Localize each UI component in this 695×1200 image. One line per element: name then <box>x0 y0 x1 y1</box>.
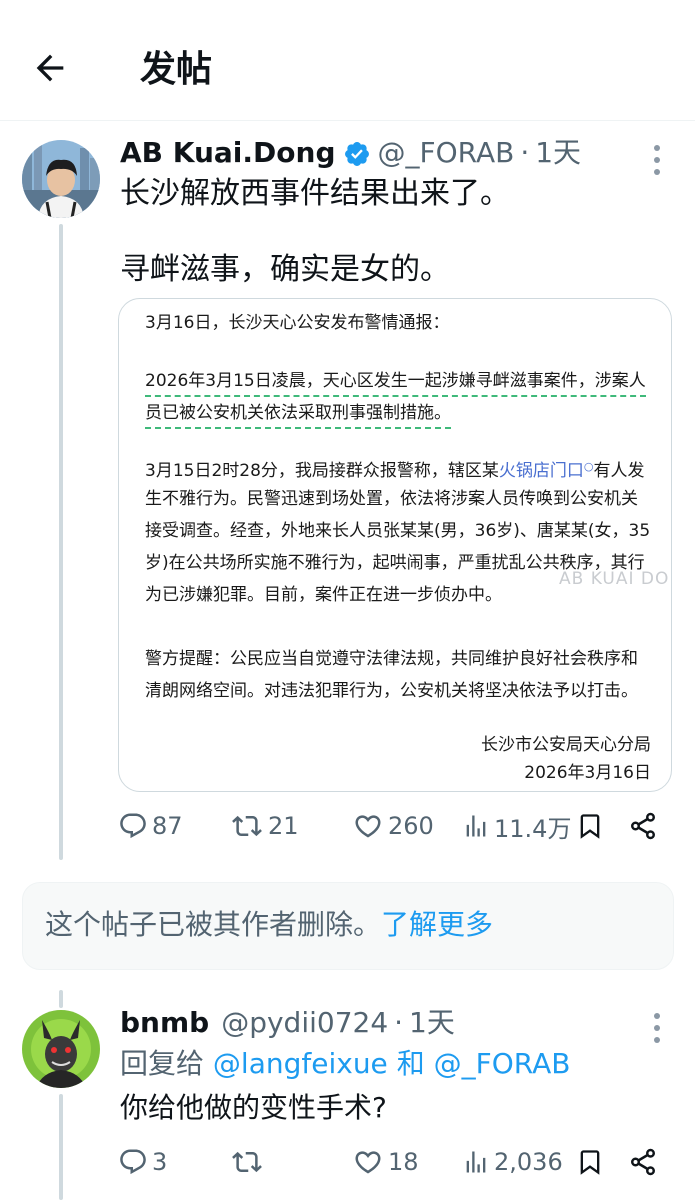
share-icon <box>631 812 655 840</box>
separator-dot: · <box>520 136 530 169</box>
deleted-post-notice: 这个帖子已被其作者删除。了解更多 <box>22 882 674 970</box>
reply-share-button[interactable] <box>628 1142 658 1182</box>
share-icon <box>631 1148 655 1176</box>
reply-reply-button[interactable]: 3 <box>118 1142 167 1182</box>
reply-author-name[interactable]: bnmb <box>120 1006 209 1039</box>
reply-like-button[interactable]: 18 <box>352 1142 419 1182</box>
top-bar: 发帖 <box>0 0 695 121</box>
reply-bookmark-button[interactable] <box>576 1142 604 1182</box>
deleted-notice-text: 这个帖子已被其作者删除。 <box>45 908 382 941</box>
heart-icon <box>355 815 381 838</box>
thread-line-bottom <box>59 1094 63 1200</box>
reply-time[interactable]: 1天 <box>409 1006 455 1039</box>
reply-author-handle[interactable]: @pydii0724 <box>221 1006 388 1039</box>
author-name[interactable]: AB Kuai.Dong <box>120 136 335 169</box>
image-watermark: AB KUAI DONG <box>559 569 671 589</box>
attached-image[interactable]: 3月16日，长沙天心公安发布警情通报： 2026年3月15日凌晨，天心区发生一起… <box>118 298 672 792</box>
post-time[interactable]: 1天 <box>535 136 581 169</box>
like-button[interactable]: 260 <box>352 806 434 846</box>
learn-more-link[interactable]: 了解更多 <box>381 908 493 941</box>
post-action-bar: 87 21 260 11.4万 <box>118 806 678 846</box>
mention-conjunction: 和 <box>396 1047 425 1080</box>
reply-views-count: 2,036 <box>494 1148 563 1176</box>
card-para1-line1: 2026年3月15日凌晨，天心区发生一起涉嫌寻衅滋事案件，涉案人 <box>145 371 646 397</box>
reply-reply-count: 3 <box>152 1148 168 1176</box>
reply-separator-dot: · <box>394 1006 404 1039</box>
reply-text: 你给他做的变性手术? <box>120 1091 387 1124</box>
page-title: 发帖 <box>140 49 213 90</box>
more-vertical-icon <box>654 145 660 175</box>
bookmark-icon <box>580 1150 600 1175</box>
reply-views-button[interactable]: 2,036 <box>462 1142 563 1182</box>
views-bar-chart-icon <box>466 1151 486 1173</box>
card-link: 火锅店门口 <box>498 461 584 481</box>
card-date: 2026年3月16日 <box>524 763 651 783</box>
like-count: 260 <box>388 812 434 840</box>
repost-button[interactable]: 21 <box>230 806 299 846</box>
thread-line-top <box>59 990 63 1008</box>
reply-action-bar: 3 18 2,036 <box>118 1142 678 1182</box>
reply-icon <box>120 1149 146 1175</box>
card-signature: 长沙市公安局天心分局 <box>481 735 651 755</box>
card-para3-line1: 警方提醒：公民应当自觉遵守法律法规，共同维护良好社会秩序和 <box>145 649 638 669</box>
card-para1-line2: 员已被公安机关依法采取刑事强制措施。 <box>145 403 451 429</box>
share-button[interactable] <box>628 806 658 846</box>
card-para2-line2: 生不雅行为。民警迅速到场处置，依法将涉案人员传唤到公安机关 <box>145 489 638 509</box>
card-heading: 3月16日，长沙天心公安发布警情通报： <box>145 313 450 333</box>
bookmark-button[interactable] <box>576 806 604 846</box>
bookmark-icon <box>580 814 600 839</box>
card-para2-line1: 3月15日2时28分，我局接群众报警称，辖区某火锅店门口○有人发 <box>145 460 645 481</box>
reply-button[interactable]: 87 <box>118 806 183 846</box>
views-count: 11.4万 <box>494 814 572 843</box>
reply-count: 87 <box>152 812 183 840</box>
back-button[interactable] <box>30 48 78 92</box>
heart-icon <box>355 1151 381 1174</box>
repost-icon <box>232 1151 262 1173</box>
mention-langfeixue[interactable]: @langfeixue <box>213 1047 388 1080</box>
card-para3-line2: 清朗网络空间。对违法犯罪行为，公安机关将坚决依法予以打击。 <box>145 681 638 701</box>
post-text-line-2: 寻衅滋事，确实是女的。 <box>120 252 450 287</box>
views-bar-chart-icon <box>466 815 486 837</box>
reply-icon <box>120 813 146 839</box>
repost-icon <box>232 815 262 837</box>
card-para2-line5: 为已涉嫌犯罪。目前，案件正在进一步侦办中。 <box>145 585 502 605</box>
reply-repost-button[interactable] <box>230 1142 268 1182</box>
author-handle[interactable]: @_FORAB <box>377 136 514 169</box>
avatar-bnmb[interactable] <box>22 1010 100 1088</box>
more-options-button[interactable] <box>645 140 669 180</box>
mention-forab[interactable]: @_FORAB <box>434 1047 571 1080</box>
reply-header: bnmb @pydii0724 · 1天 <box>120 1005 455 1045</box>
avatar-ab-kuai-dong[interactable] <box>22 140 100 218</box>
replying-to: 回复给 @langfeixue 和 @_FORAB <box>120 1047 571 1080</box>
reply-more-options-button[interactable] <box>645 1008 669 1048</box>
arrow-left-icon <box>36 54 64 82</box>
reply-like-count: 18 <box>388 1148 419 1176</box>
thread-line <box>59 224 63 860</box>
card-para2-line3: 接受调查。经查，外地来长人员张某某(男，36岁)、唐某某(女，35 <box>145 521 651 541</box>
more-vertical-icon <box>654 1013 660 1043</box>
views-button[interactable]: 11.4万 <box>462 806 571 846</box>
repost-count: 21 <box>268 812 299 840</box>
post-text-line-1: 长沙解放西事件结果出来了。 <box>120 176 510 211</box>
